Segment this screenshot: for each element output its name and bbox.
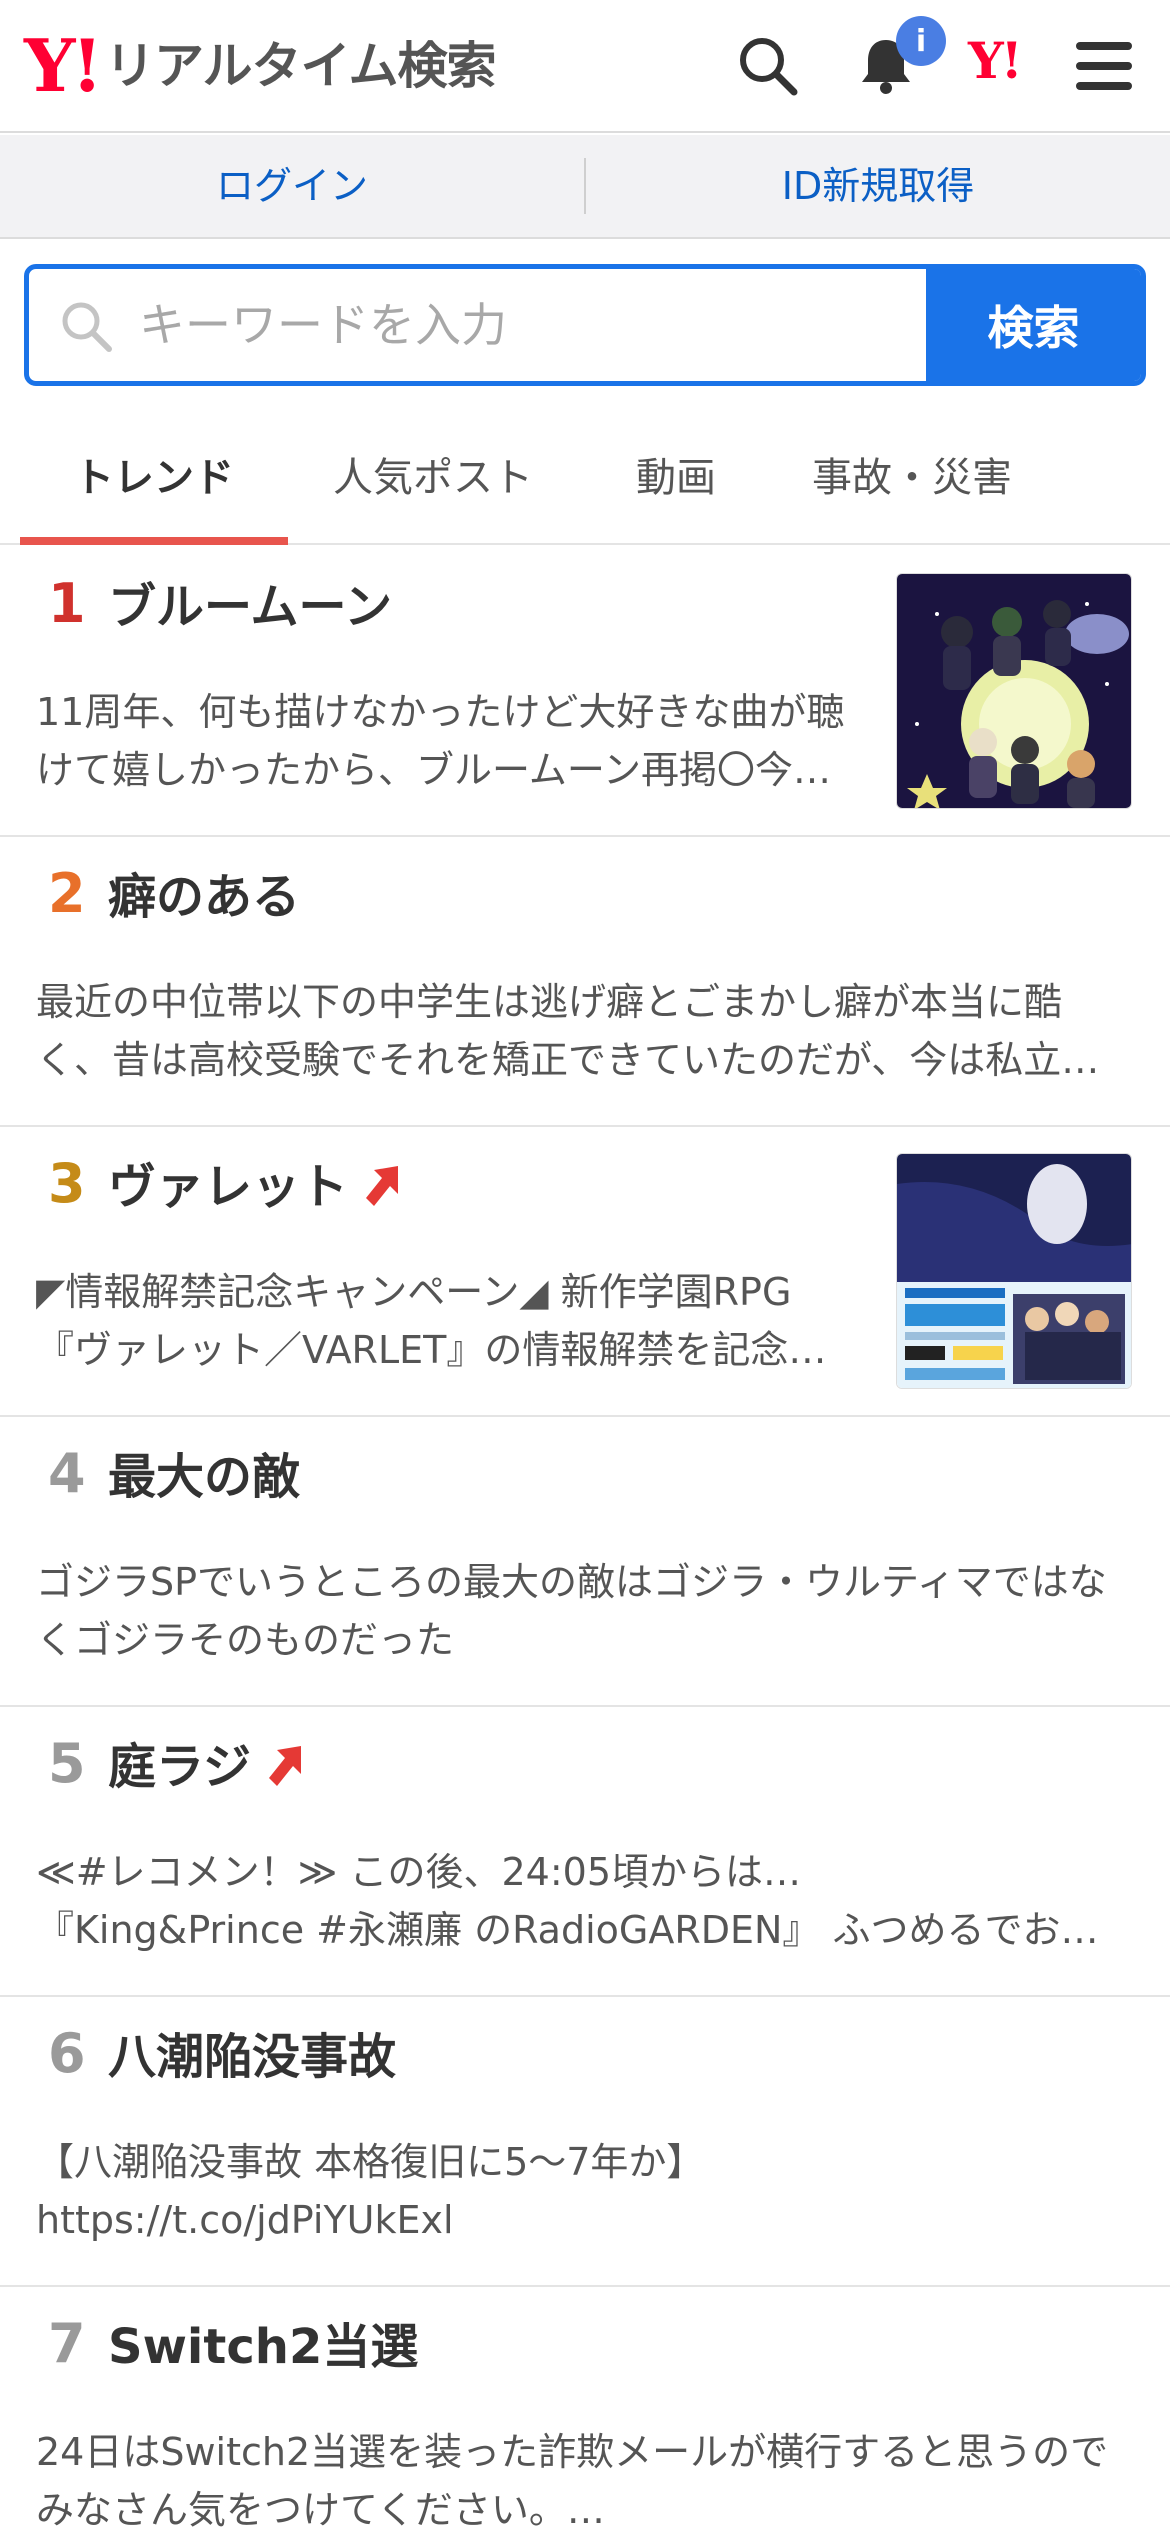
trend-title-text: 癖のある: [108, 869, 301, 925]
app-header: Y! リアルタイム検索 i Y!: [0, 0, 1170, 133]
auth-bar: ログイン ID新規取得: [0, 135, 1170, 239]
tab-accidents-disasters[interactable]: 事故・災害: [774, 405, 1050, 543]
trend-title: 八潮陥没事故: [108, 2031, 396, 2084]
trend-thumbnail[interactable]: [896, 573, 1132, 809]
trend-up-arrow-icon: [366, 1166, 399, 1207]
trend-item[interactable]: 2 癖のある 最近の中位帯以下の中学生は逃げ癖とごまかし癖が本当に酷く、昔は高校…: [0, 837, 1170, 1127]
trend-up-arrow-icon: [269, 1746, 302, 1787]
trend-title-text: 八潮陥没事故: [108, 2029, 397, 2085]
trend-rank: 1: [48, 572, 86, 635]
trend-description: ≪#レコメン！≫ この後、24:05頃からは… 『King&Prince #永瀬…: [36, 1850, 1099, 1952]
category-tabs: トレンド 人気ポスト 動画 事故・災害: [0, 405, 1170, 545]
trend-item[interactable]: 5 庭ラジ ≪#レコメン！≫ この後、24:05頃からは… 『King&Prin…: [0, 1707, 1170, 1997]
search-icon[interactable]: [732, 30, 804, 102]
trend-item[interactable]: 4 最大の敵 ゴジラSPでいうところの最大の敵はゴジラ・ウルティマではなくゴジラ…: [0, 1417, 1170, 1707]
trend-description: ゴジラSPでいうところの最大の敵はゴジラ・ウルティマではなくゴジラそのものだった: [36, 1560, 1107, 1662]
search-button[interactable]: 検索: [926, 269, 1141, 381]
search-field-wrapper: [29, 269, 926, 381]
site-title: リアルタイム検索: [105, 37, 496, 95]
trend-item[interactable]: 1 ブルームーン 11周年、何も描けなかったけど大好きな曲が聴けて嬉しかったから…: [0, 547, 1170, 837]
trend-description: 11周年、何も描けなかったけど大好きな曲が聴けて嬉しかったから、ブルームーン再掲…: [36, 690, 845, 792]
search-bar: 検索: [24, 264, 1146, 386]
trend-title: 庭ラジ: [108, 1741, 311, 1794]
trend-title: 癖のある: [108, 871, 300, 924]
trend-item[interactable]: 3 ヴァレット ◤情報解禁記念キャンペーン◢ 新作学園RPG『ヴァレット／VAR…: [0, 1127, 1170, 1417]
tab-popular-posts[interactable]: 人気ポスト: [288, 405, 578, 543]
trend-rank: 4: [48, 1442, 86, 1505]
trend-title: Switch2当選: [108, 2321, 418, 2374]
trend-description: 【八潮陥没事故 本格復旧に5〜7年か】 https://t.co/jdPiYUk…: [36, 2140, 705, 2242]
trend-description: 最近の中位帯以下の中学生は逃げ癖とごまかし癖が本当に酷く、昔は高校受験でそれを矯…: [36, 980, 1100, 1082]
trend-item[interactable]: 6 八潮陥没事故 【八潮陥没事故 本格復旧に5〜7年か】 https://t.c…: [0, 1997, 1170, 2287]
login-link[interactable]: ログイン: [0, 167, 584, 205]
trend-description: ◤情報解禁記念キャンペーン◢ 新作学園RPG『ヴァレット／VARLET』の情報解…: [36, 1270, 827, 1372]
trend-rank: 3: [48, 1152, 86, 1215]
register-link[interactable]: ID新規取得: [586, 167, 1170, 205]
trend-description: 24日はSwitch2当選を装った詐欺メールが横行すると思うのでみなさん気をつけ…: [36, 2430, 1109, 2532]
notification-badge: i: [896, 16, 946, 66]
yahoo-japan-icon[interactable]: Y!: [968, 36, 1023, 86]
trend-rank: 2: [48, 862, 86, 925]
trend-title-text: 庭ラジ: [108, 1739, 252, 1795]
yahoo-logo-mark: Y!: [24, 23, 103, 108]
trend-title-text: 最大の敵: [108, 1449, 301, 1505]
trend-title-text: ブルームーン: [108, 579, 393, 635]
search-input[interactable]: [29, 269, 926, 381]
trend-thumbnail[interactable]: [896, 1153, 1132, 1389]
trend-rank: 5: [48, 1732, 86, 1795]
trend-title: 最大の敵: [108, 1451, 300, 1504]
tab-trend[interactable]: トレンド: [20, 405, 288, 545]
trend-rank: 7: [48, 2312, 86, 2375]
trend-rank: 6: [48, 2022, 86, 2085]
site-logo[interactable]: Y! リアルタイム検索: [24, 23, 497, 108]
magnifier-icon: [62, 302, 112, 352]
hamburger-menu-icon[interactable]: [1068, 30, 1140, 102]
tab-videos[interactable]: 動画: [578, 405, 774, 543]
trend-list: 1 ブルームーン 11周年、何も描けなかったけど大好きな曲が聴けて嬉しかったから…: [0, 547, 1170, 2532]
trend-item[interactable]: 7 Switch2当選 24日はSwitch2当選を装った詐欺メールが横行すると…: [0, 2287, 1170, 2532]
trend-title: ブルームーン: [108, 581, 392, 634]
trend-title-text: ヴァレット: [108, 1159, 349, 1215]
trend-title-text: Switch2当選: [108, 2319, 419, 2375]
trend-title: ヴァレット: [108, 1161, 408, 1214]
